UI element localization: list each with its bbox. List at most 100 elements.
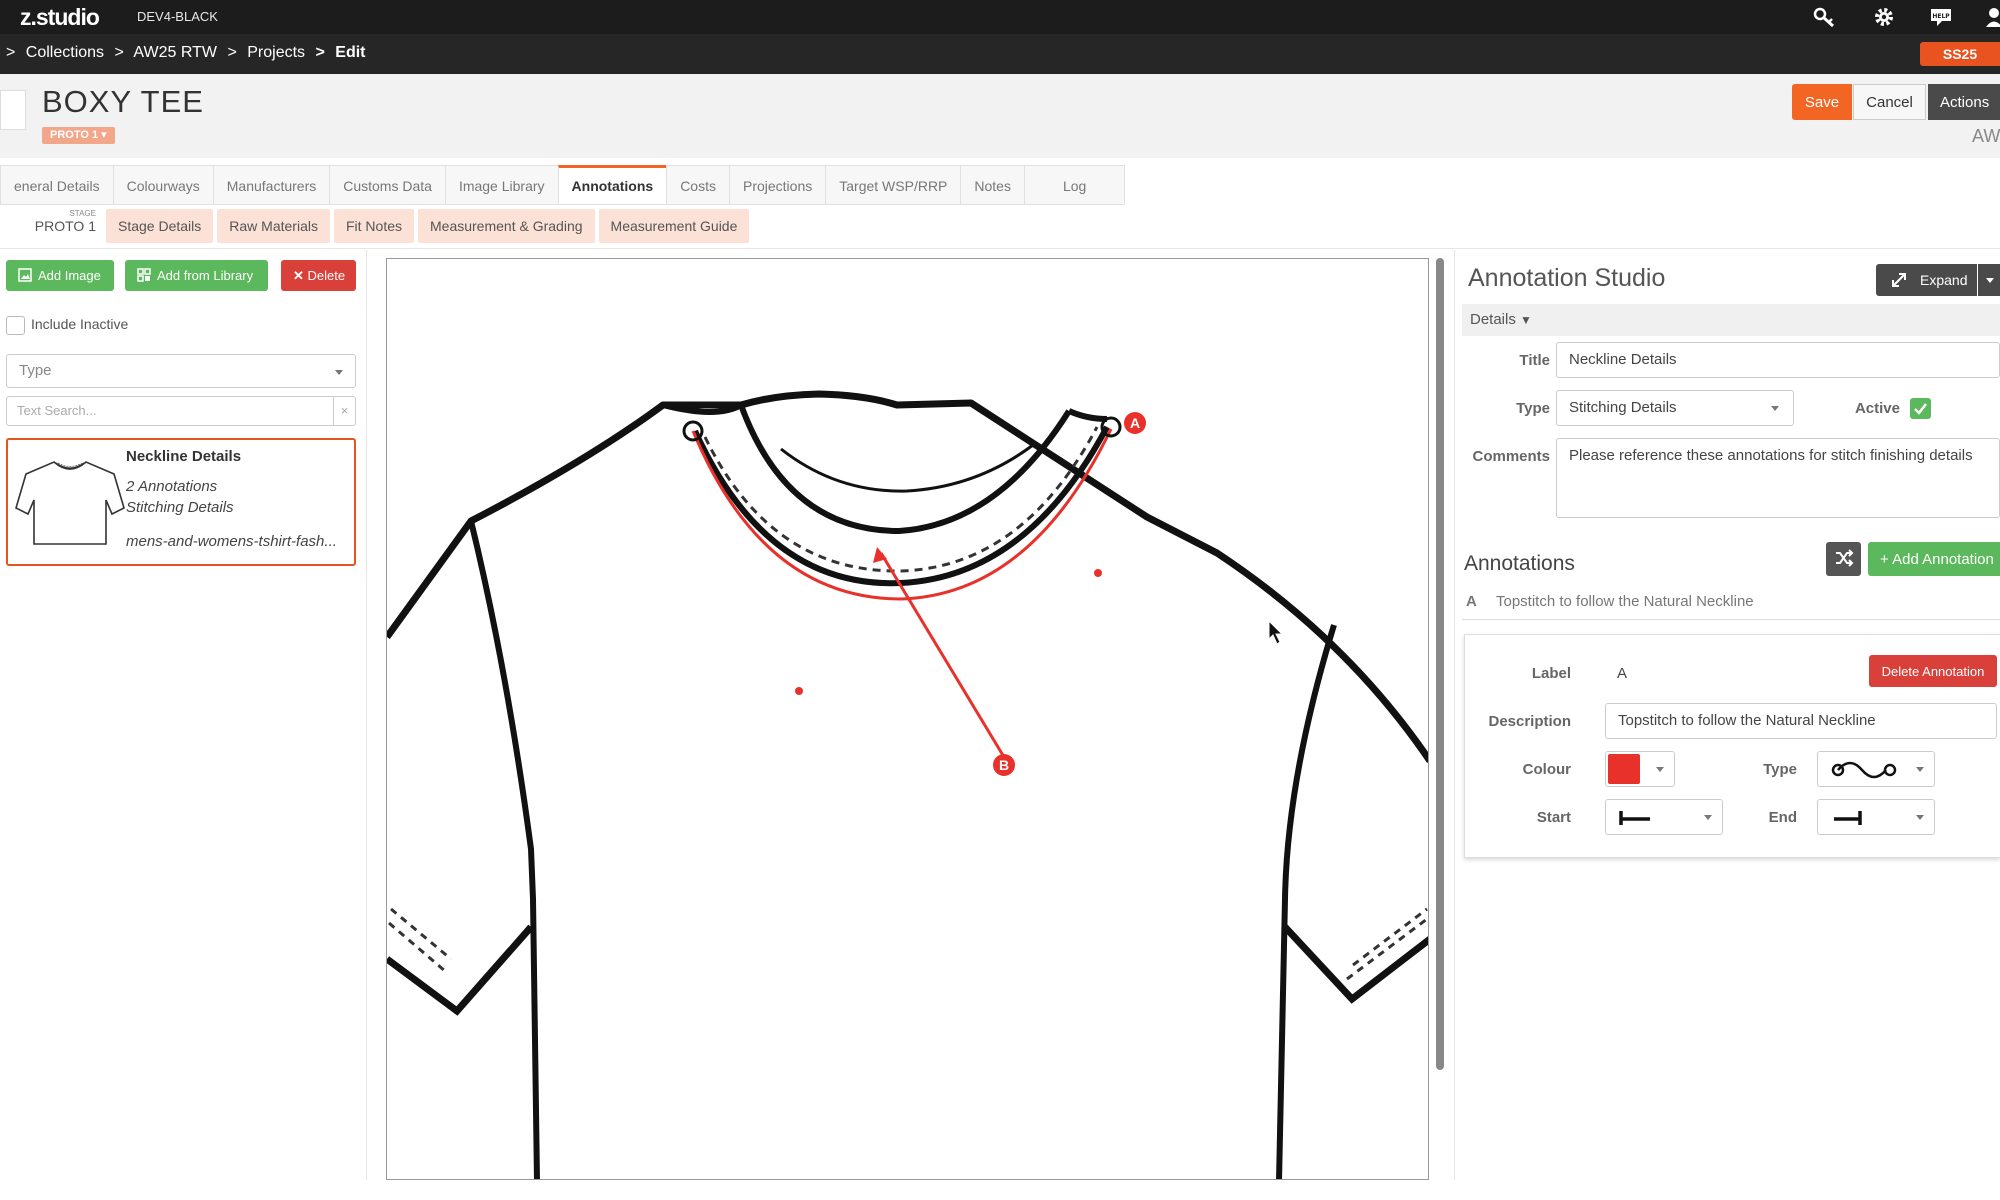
add-from-library-button[interactable]: Add from Library xyxy=(125,260,268,291)
include-inactive-label: Include Inactive xyxy=(31,316,129,333)
end-label: End xyxy=(1768,809,1797,826)
canvas-scrollbar[interactable] xyxy=(1436,258,1444,1070)
right-side-seam xyxy=(1276,624,1337,1179)
include-inactive-checkbox[interactable] xyxy=(6,316,25,335)
gear-icon[interactable] xyxy=(1872,6,1896,28)
proto-badge-label: PROTO 1 xyxy=(50,129,99,141)
actions-button[interactable]: Actions xyxy=(1928,84,2000,120)
tab-general-details[interactable]: eneral Details xyxy=(0,165,113,205)
type-filter-select[interactable]: Type xyxy=(6,354,356,388)
label-field-label: Label xyxy=(1531,665,1571,682)
card-filename: mens-and-womens-tshirt-fash... xyxy=(126,533,337,550)
breadcrumb-aw25-rtw[interactable]: AW25 RTW xyxy=(133,44,217,61)
tab-target-wsp-rrp[interactable]: Target WSP/RRP xyxy=(825,165,961,205)
add-image-button[interactable]: Add Image xyxy=(6,260,114,291)
key-icon[interactable] xyxy=(1812,6,1836,28)
type-label: Type xyxy=(1516,400,1550,417)
card-annotation-count: 2 Annotations xyxy=(126,478,218,495)
type-select[interactable]: Stitching Details xyxy=(1556,390,1794,426)
user-icon[interactable] xyxy=(1986,6,2000,28)
season-short-label: AW xyxy=(1972,126,2000,146)
delete-button[interactable]: ✕ Delete xyxy=(281,260,356,291)
annotation-letter: A xyxy=(1466,593,1477,610)
details-section-toggle[interactable]: Details ▼ xyxy=(1462,304,2000,336)
breadcrumb-collections[interactable]: Collections xyxy=(26,44,104,61)
stage-label: STAGE xyxy=(69,209,96,218)
breadcrumb-projects[interactable]: Projects xyxy=(247,44,305,61)
stage-selector[interactable]: STAGE PROTO 1 xyxy=(0,208,106,244)
caret-down-icon xyxy=(1986,278,1994,283)
annotation-canvas[interactable]: A B xyxy=(386,258,1429,1180)
add-annotation-button[interactable]: + Add Annotation xyxy=(1868,542,2000,576)
colour-picker[interactable] xyxy=(1605,751,1675,787)
subtab-measurement-grading[interactable]: Measurement & Grading xyxy=(418,209,595,243)
help-icon[interactable]: HELP xyxy=(1929,6,1953,28)
right-sleeve-stitch xyxy=(1352,907,1428,967)
breadcrumb-separator: > xyxy=(114,44,124,61)
annotation-arrow-b[interactable] xyxy=(879,552,1006,758)
comments-textarea[interactable]: Please reference these annotations for s… xyxy=(1556,438,2000,518)
line-type-select[interactable] xyxy=(1817,751,1935,787)
tab-colourways[interactable]: Colourways xyxy=(112,165,213,205)
left-side-seam xyxy=(468,520,540,1179)
active-checkbox[interactable] xyxy=(1910,398,1931,419)
image-card[interactable]: Neckline Details 2 Annotations Stitching… xyxy=(6,438,356,566)
page-title: BOXY TEE xyxy=(42,84,204,119)
annotation-point[interactable] xyxy=(1094,569,1102,577)
end-cap-select[interactable] xyxy=(1817,799,1935,835)
cancel-button[interactable]: Cancel xyxy=(1853,84,1926,120)
title-input[interactable]: Neckline Details xyxy=(1556,342,2000,378)
annotation-list-item[interactable]: A Topstitch to follow the Natural Neckli… xyxy=(1462,584,2000,620)
cursor-icon xyxy=(1268,619,1284,645)
annotation-text: Topstitch to follow the Natural Neckline xyxy=(1496,593,1754,610)
annotations-heading: Annotations xyxy=(1464,552,1575,575)
shuffle-button[interactable] xyxy=(1826,542,1861,576)
tab-projections[interactable]: Projections xyxy=(728,165,826,205)
annotation-edit-panel: Label A Delete Annotation Description To… xyxy=(1464,634,2000,858)
breadcrumb-separator: > xyxy=(6,44,16,61)
app-logo[interactable]: z.studio xyxy=(20,4,100,31)
start-cap-select[interactable] xyxy=(1605,799,1723,835)
subtab-raw-materials[interactable]: Raw Materials xyxy=(217,209,330,243)
subtab-stage-details[interactable]: Stage Details xyxy=(106,209,214,243)
annotation-point[interactable] xyxy=(795,687,803,695)
tshirt-sketch[interactable]: A B xyxy=(387,259,1429,1180)
text-search-placeholder: Text Search... xyxy=(17,403,97,418)
shuffle-icon xyxy=(1835,548,1853,567)
main-tabs: eneral Details Colourways Manufacturers … xyxy=(0,165,1126,205)
proto-badge-dropdown[interactable]: PROTO 1 ▾ xyxy=(42,127,115,144)
details-label: Details xyxy=(1470,311,1516,328)
description-label: Description xyxy=(1488,713,1571,730)
caret-down-icon xyxy=(1704,815,1712,820)
label-value[interactable]: A xyxy=(1617,665,1627,682)
save-button[interactable]: Save xyxy=(1792,84,1852,120)
divider xyxy=(0,248,2000,249)
close-icon: ✕ xyxy=(293,267,308,283)
column-divider xyxy=(1454,250,1455,1180)
tab-image-library[interactable]: Image Library xyxy=(444,165,558,205)
tab-costs[interactable]: Costs xyxy=(666,165,729,205)
tab-customs-data[interactable]: Customs Data xyxy=(329,165,445,205)
expand-dropdown-button[interactable] xyxy=(1978,264,2000,296)
breadcrumb-separator: > xyxy=(315,44,325,61)
card-title: Neckline Details xyxy=(126,448,242,465)
marker-a-label: A xyxy=(1130,415,1140,431)
tab-annotations[interactable]: Annotations xyxy=(557,165,667,205)
type-select-value: Stitching Details xyxy=(1569,399,1677,416)
description-input[interactable]: Topstitch to follow the Natural Neckline xyxy=(1605,703,1997,739)
include-inactive-row[interactable]: Include Inactive xyxy=(6,316,128,335)
season-selector[interactable]: SS25 xyxy=(1920,42,2000,66)
clear-search-button[interactable]: × xyxy=(333,396,356,426)
subtab-fit-notes[interactable]: Fit Notes xyxy=(333,209,414,243)
tab-notes[interactable]: Notes xyxy=(960,165,1024,205)
colour-swatch xyxy=(1608,754,1640,784)
subtab-measurement-guide[interactable]: Measurement Guide xyxy=(598,209,750,243)
colour-label: Colour xyxy=(1522,761,1571,778)
caret-down-icon: ▼ xyxy=(1520,313,1532,327)
delete-annotation-button[interactable]: Delete Annotation xyxy=(1869,655,1997,687)
environment-label: DEV4-BLACK xyxy=(137,9,218,24)
tab-manufacturers[interactable]: Manufacturers xyxy=(212,165,330,205)
tab-log[interactable]: Log xyxy=(1023,165,1126,205)
text-search-input[interactable]: Text Search... xyxy=(6,396,334,426)
expand-button[interactable]: Expand xyxy=(1876,264,1977,296)
